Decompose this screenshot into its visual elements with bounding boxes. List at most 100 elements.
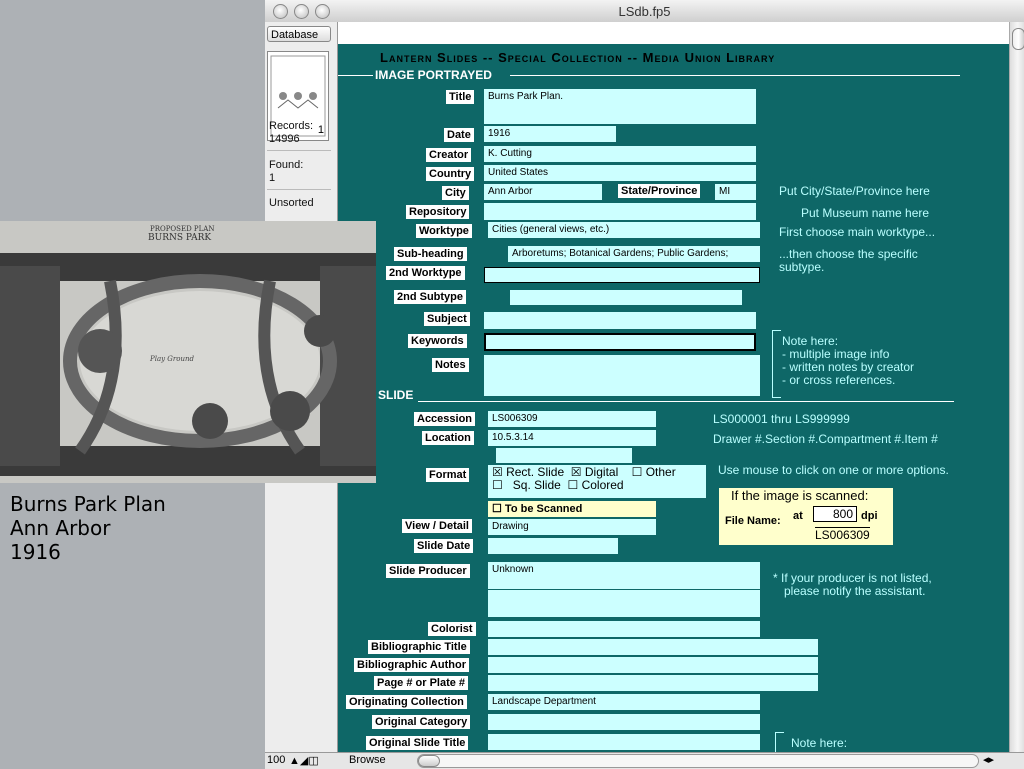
sq-slide-label: Sq. Slide [512, 478, 561, 492]
title-label: Title [446, 90, 475, 104]
divider [267, 150, 331, 151]
colorist-label: Colorist [428, 622, 476, 636]
records-count: 14996 [269, 133, 300, 145]
orig-collection-label: Originating Collection [346, 695, 467, 709]
bracket [775, 732, 784, 752]
scan-file-value: LS006309 [815, 527, 870, 542]
format-hint: Use mouse to click on one or more option… [718, 463, 949, 477]
date-field[interactable]: 1916 [484, 126, 616, 142]
h-scroll-thumb[interactable] [418, 755, 440, 767]
slide-producer-field[interactable]: Unknown [488, 562, 760, 589]
worktype-field[interactable]: Cities (general views, etc.) [488, 222, 760, 238]
digital-label: Digital [584, 465, 619, 479]
rect-slide-checkbox[interactable]: ☒ [492, 465, 506, 479]
worktype2-label: 2nd Worktype [386, 266, 465, 280]
records-label: Records: [269, 120, 314, 132]
worktype-label: Worktype [416, 224, 472, 238]
orig-collection-field[interactable]: Landscape Department [488, 694, 760, 710]
keywords-field[interactable] [484, 333, 756, 351]
digital-checkbox[interactable]: ☒ [571, 465, 585, 479]
section-rule [510, 75, 960, 76]
to-be-scanned-option[interactable]: ☐ To be Scanned [488, 501, 656, 517]
repository-field[interactable] [484, 203, 756, 220]
page-plate-label: Page # or Plate # [374, 676, 469, 690]
bottom-status-bar: 100 ▲◢◫ Browse ◂▸ [265, 752, 1024, 769]
colored-checkbox[interactable]: ☐ [567, 478, 581, 492]
orig-title-field[interactable] [488, 734, 760, 750]
country-field[interactable]: United States [484, 165, 756, 181]
filemaker-window: LSdb.fp5 Database 1 Records: 14996 Found… [265, 0, 1024, 769]
bib-author-label: Bibliographic Author [354, 658, 469, 672]
notes-label: Notes [432, 358, 469, 372]
producer-hint-2: please notify the assistant. [784, 584, 926, 598]
note-hint-cross: - or cross references. [782, 373, 896, 387]
window-title: LSdb.fp5 [618, 4, 671, 19]
zoom-controls-icon[interactable]: ▲◢◫ [289, 754, 319, 767]
orig-category-field[interactable] [488, 714, 760, 730]
title-bar[interactable]: LSdb.fp5 [265, 0, 1024, 23]
zoom-level[interactable]: 100 [267, 754, 285, 766]
sort-status: Unsorted [269, 197, 314, 209]
record-layout: Lantern Slides -- Special Collection -- … [338, 44, 1009, 752]
bracket [772, 330, 781, 398]
dpi-field[interactable]: 800 [813, 506, 857, 522]
caption-place: Ann Arbor [10, 516, 111, 540]
burns-park-plan-photo: PROPOSED PLAN BURNS PARK Play Ground [0, 221, 376, 483]
dpi-label: dpi [861, 510, 878, 522]
sq-slide-checkbox[interactable]: ☐ [492, 478, 506, 492]
subheading-label: Sub-heading [394, 247, 467, 261]
horizontal-scrollbar[interactable] [417, 754, 979, 768]
location-field[interactable]: 10.5.3.14 [488, 430, 656, 446]
accession-field[interactable]: LS006309 [488, 411, 656, 427]
bib-title-field[interactable] [488, 639, 818, 655]
slide-producer-field-2[interactable] [488, 590, 760, 617]
subject-field[interactable] [484, 312, 756, 329]
bib-title-label: Bibliographic Title [368, 640, 470, 654]
page-plate-field[interactable] [488, 675, 818, 691]
caption-title: Burns Park Plan [10, 492, 166, 516]
scroll-thumb[interactable] [1012, 28, 1024, 50]
worktype2-field[interactable] [484, 267, 760, 283]
vertical-scrollbar[interactable] [1009, 22, 1024, 752]
slide-producer-label: Slide Producer [386, 564, 470, 578]
section-rule [338, 75, 373, 76]
subtype2-label: 2nd Subtype [394, 290, 467, 304]
park-plan-drawing: PROPOSED PLAN BURNS PARK Play Ground [0, 221, 376, 483]
state-label: State/Province [618, 184, 701, 198]
location-hint: Drawer #.Section #.Compartment #.Item # [713, 432, 938, 446]
city-field[interactable]: Ann Arbor [484, 184, 602, 200]
repository-label: Repository [406, 205, 470, 219]
photo-subtitle: BURNS PARK [148, 233, 211, 243]
divider [267, 189, 331, 190]
subtype2-field[interactable] [510, 290, 742, 305]
state-field[interactable]: MI [715, 184, 756, 200]
mode-popup[interactable]: Browse [349, 754, 386, 766]
format-options: ☒ Rect. Slide ☒ Digital ☐ Other ☐ Sq. Sl… [488, 465, 706, 498]
city-label: City [442, 186, 469, 200]
scan-at-label: at [793, 510, 803, 522]
caption-year: 1916 [10, 540, 61, 564]
accession-hint: LS000001 thru LS999999 [713, 412, 850, 426]
subtype-hint-2: subtype. [779, 260, 825, 274]
orig-category-label: Original Category [372, 715, 471, 729]
to-be-scanned-checkbox[interactable]: ☐ [492, 503, 505, 515]
scroll-arrows-icon[interactable]: ◂▸ [983, 753, 994, 766]
database-layout-menu[interactable]: Database [267, 26, 331, 42]
found-label: Found: [269, 159, 304, 171]
other-checkbox[interactable]: ☐ [632, 465, 646, 479]
creator-field[interactable]: K. Cutting [484, 146, 756, 162]
image-caption: Burns Park Plan Ann Arbor 1916 [10, 492, 166, 564]
view-detail-field[interactable]: Drawing [488, 519, 656, 535]
other-label: Other [645, 465, 676, 479]
location-extra-field[interactable] [496, 448, 632, 463]
colorist-field[interactable] [488, 621, 760, 637]
slide-date-field[interactable] [488, 538, 618, 554]
worktype-hint: First choose main worktype... [779, 225, 936, 239]
record-number: 1 [317, 124, 324, 136]
scan-box: If the image is scanned: File Name: at 8… [719, 488, 893, 545]
rect-slide-label: Rect. Slide [506, 465, 565, 479]
subheading-field[interactable]: Arboretums; Botanical Gardens; Public Ga… [508, 246, 760, 262]
bib-author-field[interactable] [488, 657, 818, 673]
notes-field[interactable] [484, 355, 760, 396]
title-field[interactable]: Burns Park Plan. [484, 89, 756, 124]
